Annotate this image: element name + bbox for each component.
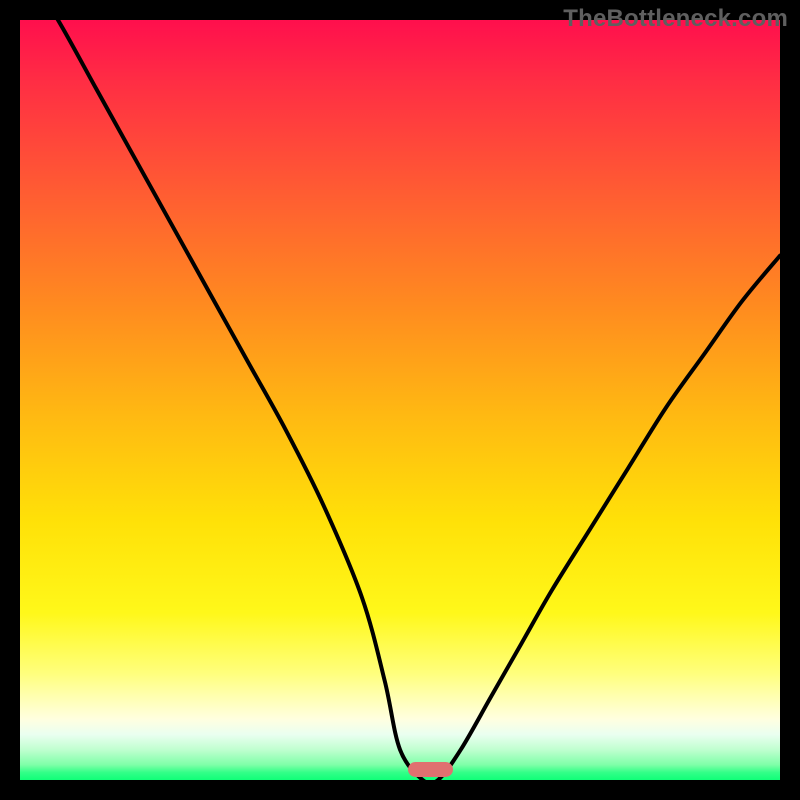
bottleneck-curve-path: [20, 20, 780, 780]
bottleneck-chart: TheBottleneck.com: [0, 0, 800, 800]
curve-layer: [20, 20, 780, 780]
watermark-text: TheBottleneck.com: [563, 5, 788, 33]
optimal-marker: [408, 762, 454, 777]
plot-area: [20, 20, 780, 780]
